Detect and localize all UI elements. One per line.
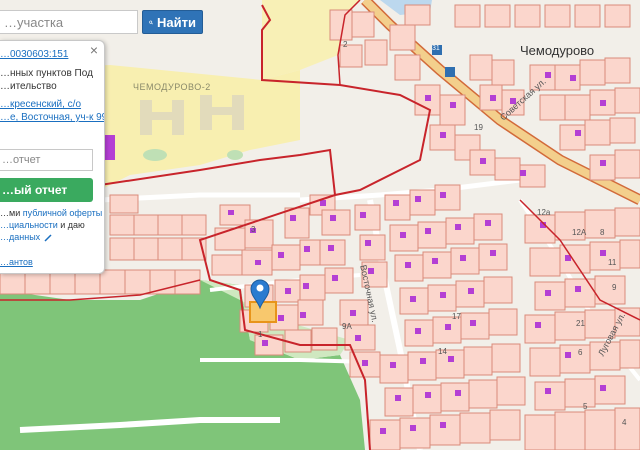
house-number: 5 <box>583 402 588 411</box>
settlement-label: ЧЕМОДУРОВО-2 <box>133 82 211 92</box>
house-number: 9 <box>612 283 617 292</box>
search-button-label: Найти <box>157 14 196 30</box>
offer-prefix: …ми <box>0 208 23 218</box>
land-category-line1: …нных пунктов Под <box>0 68 93 79</box>
house-number: 2 <box>343 40 348 49</box>
house-number: 17 <box>452 312 461 321</box>
address-link-line2[interactable]: …е, Восточная, уч-к 99 <box>0 111 104 124</box>
offer-line2-rest: и даю <box>57 220 85 230</box>
search-input[interactable] <box>0 10 138 34</box>
address-link-line1[interactable]: …кресенский, с/о <box>0 98 81 111</box>
village-label: Чемодурово <box>520 43 595 58</box>
personal-data-link[interactable]: …данных <box>0 232 40 242</box>
pencil-icon <box>44 234 52 242</box>
house-number: 8 <box>600 228 605 237</box>
parcel-info-popup: × …0030603:151 …нных пунктов Под …ительс… <box>0 40 105 274</box>
house-number: 4 <box>622 418 627 427</box>
house-number: 11 <box>608 258 617 267</box>
house-number: 1 <box>258 330 263 339</box>
house-number: 3 <box>251 225 256 234</box>
land-category-line2: …ительство <box>0 81 57 92</box>
house-number: 21 <box>576 319 585 328</box>
road-sign: 31 <box>432 45 440 52</box>
privacy-link[interactable]: …циальности <box>0 220 58 230</box>
search-button[interactable]: Найти <box>142 10 203 34</box>
house-number: 14 <box>438 347 447 356</box>
house-number: 12А <box>572 228 587 237</box>
close-icon[interactable]: × <box>90 43 98 57</box>
house-number: 12a <box>537 208 551 217</box>
search-icon <box>149 20 153 24</box>
house-number: 9А <box>342 322 352 331</box>
order-report-button[interactable]: …ый отчет <box>0 178 93 202</box>
report-email-input[interactable] <box>0 149 93 171</box>
variants-link[interactable]: …антов <box>0 257 33 267</box>
house-number: 6 <box>578 348 583 357</box>
cadastral-number-link[interactable]: …0030603:151 <box>0 48 68 61</box>
house-number: 19 <box>474 123 483 132</box>
public-offer-link[interactable]: публичной оферты <box>23 208 103 218</box>
offer-consent-text: …ми публичной оферты …циальности и даю …… <box>0 207 104 243</box>
